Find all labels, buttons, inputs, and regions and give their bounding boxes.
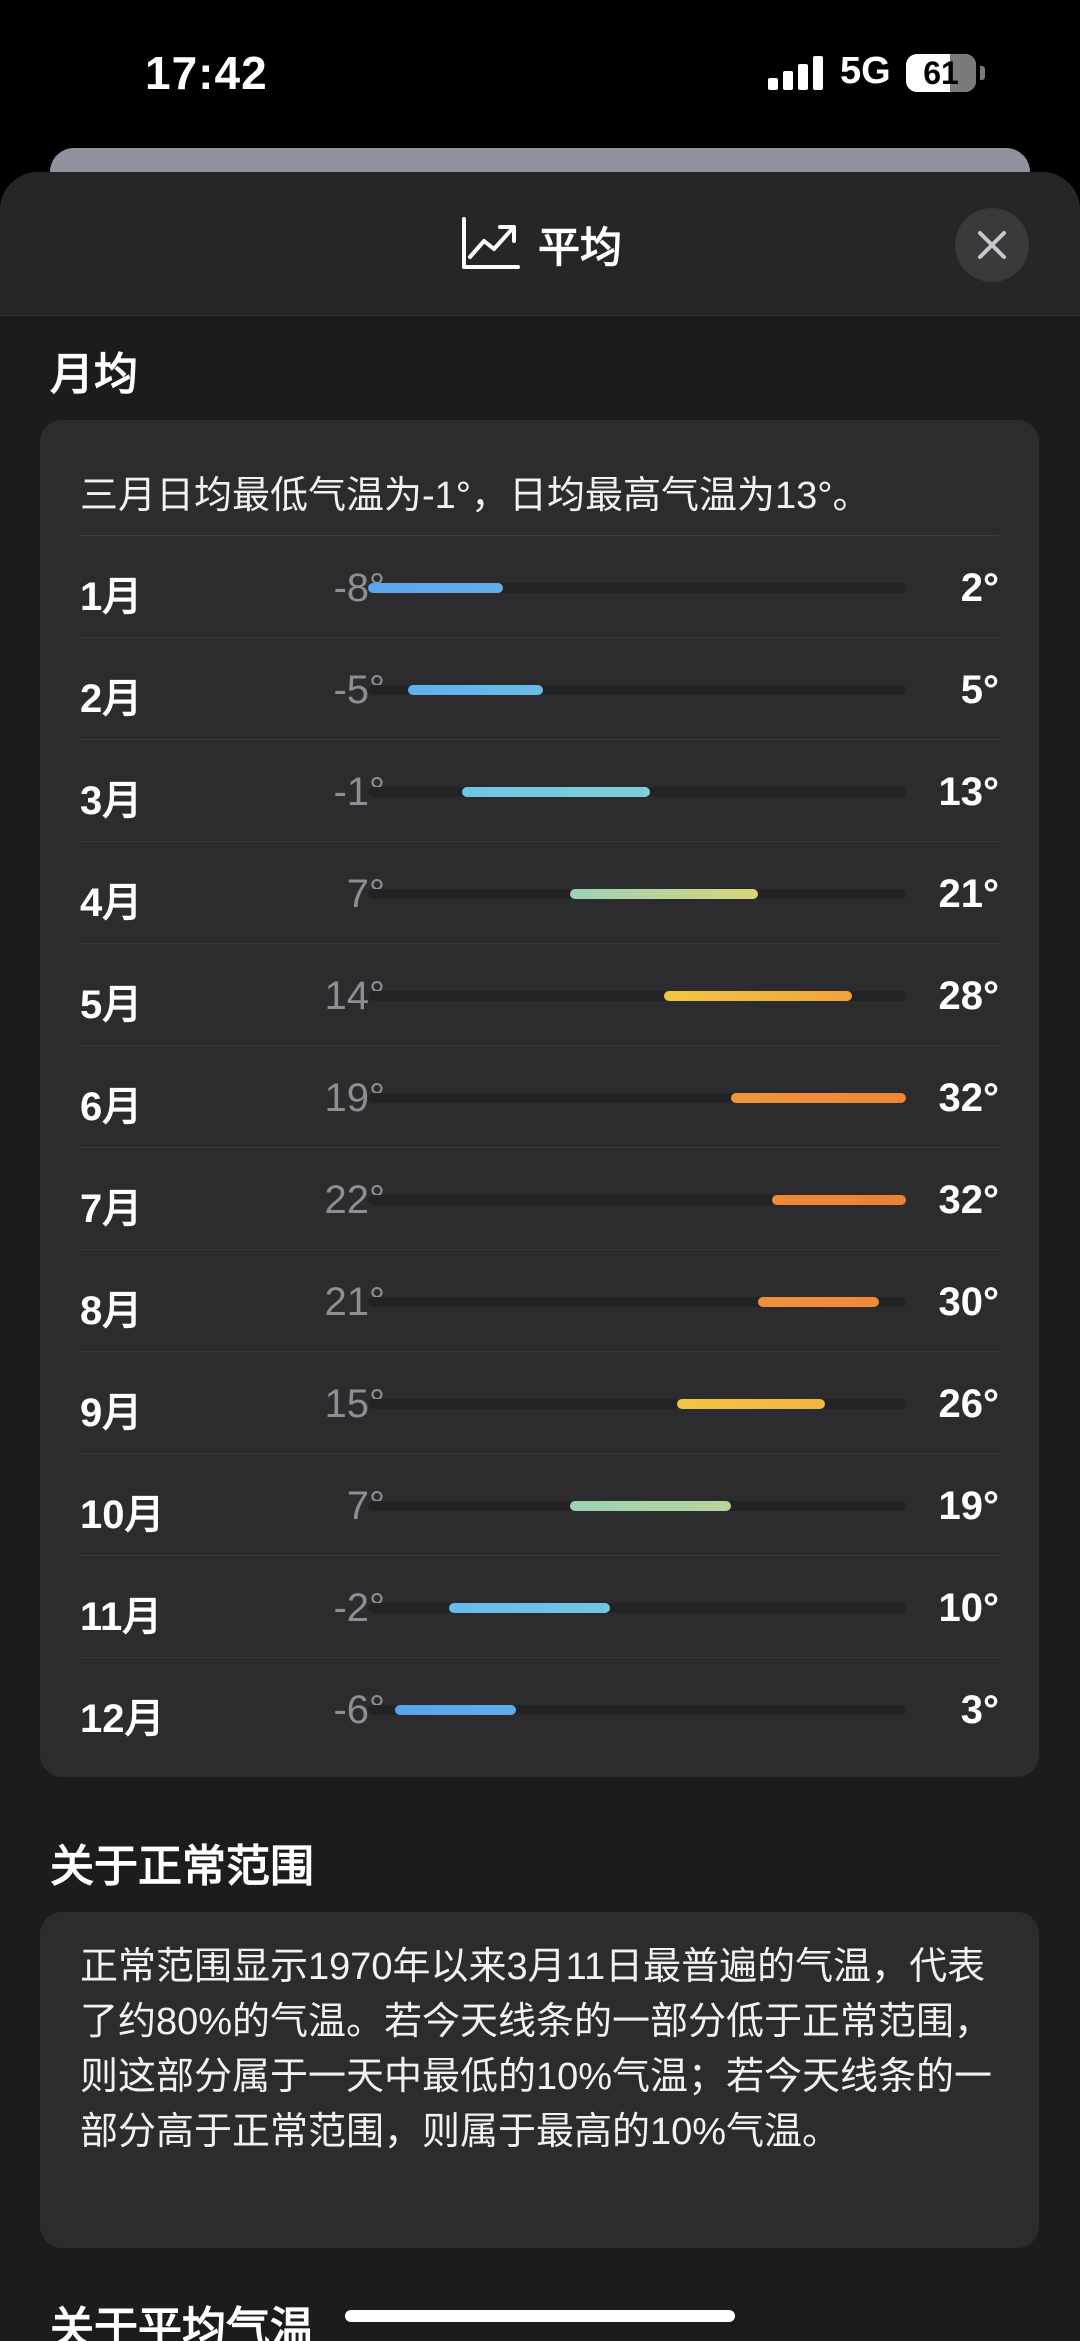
temp-range-track xyxy=(368,1603,906,1613)
temp-range-track xyxy=(368,1195,906,1205)
month-label: 10月 xyxy=(80,1493,165,1537)
high-temp: 21° xyxy=(938,872,1000,916)
chart-line-up-icon xyxy=(462,217,520,269)
low-temp: 22° xyxy=(324,1178,386,1222)
month-row: 3月 -1° 13° xyxy=(40,740,1039,842)
month-label: 5月 xyxy=(80,983,143,1027)
temp-range-bar xyxy=(731,1093,906,1103)
high-temp: 26° xyxy=(938,1382,1000,1426)
low-temp: 7° xyxy=(346,1484,385,1528)
month-label: 8月 xyxy=(80,1289,143,1333)
monthly-section-title: 月均 xyxy=(50,350,138,399)
monthly-averages-card: 三月日均最低气温为-1°，日均最高气温为13°。 1月 -8° 2° 2月 -5° 5° 3… xyxy=(40,420,1039,1777)
high-temp: 32° xyxy=(938,1178,1000,1222)
month-row: 10月 7° 19° xyxy=(40,1454,1039,1556)
high-temp: 30° xyxy=(938,1280,1000,1324)
month-row: 11月 -2° 10° xyxy=(40,1556,1039,1658)
sheet-title-text: 平均 xyxy=(538,223,623,271)
sheet-title: 平均 xyxy=(460,214,622,274)
temp-range-track xyxy=(368,787,906,797)
month-label: 9月 xyxy=(80,1391,143,1435)
month-row: 9月 15° 26° xyxy=(40,1352,1039,1454)
low-temp: 15° xyxy=(324,1382,386,1426)
temp-range-bar xyxy=(408,685,543,695)
normal-range-description: 正常范围显示1970年以来3月11日最普遍的气温，代表了约80%的气温。若今天线… xyxy=(80,1946,993,2153)
temp-range-track xyxy=(368,1399,906,1409)
signal-strength-icon xyxy=(768,56,823,90)
month-label: 6月 xyxy=(80,1085,143,1129)
high-temp: 10° xyxy=(938,1586,1000,1630)
high-temp: 3° xyxy=(960,1688,999,1732)
low-temp: -6° xyxy=(333,1688,385,1732)
temp-range-bar xyxy=(663,991,853,1001)
temp-range-track xyxy=(368,583,906,593)
temp-range-bar xyxy=(368,583,503,593)
temp-range-bar xyxy=(677,1399,826,1409)
home-indicator[interactable] xyxy=(345,2310,735,2322)
high-temp: 5° xyxy=(960,668,999,712)
average-temp-section-title: 关于平均气温 xyxy=(50,2304,314,2341)
high-temp: 28° xyxy=(938,974,1000,1018)
monthly-summary: 三月日均最低气温为-1°，日均最高气温为13°。 xyxy=(80,475,871,517)
low-temp: -8° xyxy=(333,566,385,610)
temp-range-track xyxy=(368,1705,906,1715)
battery-tip xyxy=(980,66,985,80)
sheet-header: 平均 xyxy=(0,172,1080,316)
month-label: 4月 xyxy=(80,881,143,925)
normal-range-section-title: 关于正常范围 xyxy=(50,1842,314,1891)
month-label: 7月 xyxy=(80,1187,143,1231)
month-row: 6月 19° 32° xyxy=(40,1046,1039,1148)
temp-range-bar xyxy=(569,1501,732,1511)
temp-range-track xyxy=(368,1093,906,1103)
battery-level: 61 xyxy=(923,55,959,91)
temp-range-bar xyxy=(394,1705,516,1715)
low-temp: -1° xyxy=(333,770,385,814)
low-temp: 7° xyxy=(346,872,385,916)
temp-range-bar xyxy=(758,1297,880,1307)
battery-icon: 61 xyxy=(906,54,976,92)
status-time: 17:42 xyxy=(145,47,268,99)
month-label: 3月 xyxy=(80,779,143,823)
temp-range-track xyxy=(368,685,906,695)
temp-range-track xyxy=(368,1297,906,1307)
temp-range-bar xyxy=(569,889,759,899)
low-temp: 14° xyxy=(324,974,386,1018)
high-temp: 13° xyxy=(938,770,1000,814)
status-bar: 17:42 5G 61 xyxy=(0,0,1080,150)
low-temp: 21° xyxy=(324,1280,386,1324)
month-row: 7月 22° 32° xyxy=(40,1148,1039,1250)
temp-range-track xyxy=(368,991,906,1001)
high-temp: 32° xyxy=(938,1076,1000,1120)
month-row: 8月 21° 30° xyxy=(40,1250,1039,1352)
month-label: 2月 xyxy=(80,677,143,721)
month-label: 1月 xyxy=(80,575,143,619)
high-temp: 2° xyxy=(960,566,999,610)
month-row: 1月 -8° 2° xyxy=(40,536,1039,638)
temp-range-track xyxy=(368,889,906,899)
temp-range-bar xyxy=(462,787,651,797)
temp-range-bar xyxy=(771,1195,906,1205)
low-temp: 19° xyxy=(324,1076,386,1120)
low-temp: -2° xyxy=(333,1586,385,1630)
month-label: 11月 xyxy=(80,1595,163,1639)
high-temp: 19° xyxy=(938,1484,1000,1528)
month-row: 2月 -5° 5° xyxy=(40,638,1039,740)
normal-range-card: 正常范围显示1970年以来3月11日最普遍的气温，代表了约80%的气温。若今天线… xyxy=(40,1912,1039,2248)
month-row: 4月 7° 21° xyxy=(40,842,1039,944)
close-button[interactable] xyxy=(955,208,1029,282)
month-row: 5月 14° 28° xyxy=(40,944,1039,1046)
network-type: 5G xyxy=(840,50,891,92)
temp-range-bar xyxy=(448,1603,611,1613)
month-label: 12月 xyxy=(80,1697,165,1741)
averages-sheet: 平均 月均 三月日均最低气温为-1°，日均最高气温为13°。 1月 -8° 2° 2月… xyxy=(0,172,1080,2341)
low-temp: -5° xyxy=(333,668,385,712)
month-row: 12月 -6° 3° xyxy=(40,1658,1039,1760)
temp-range-track xyxy=(368,1501,906,1511)
close-icon xyxy=(978,231,1006,259)
